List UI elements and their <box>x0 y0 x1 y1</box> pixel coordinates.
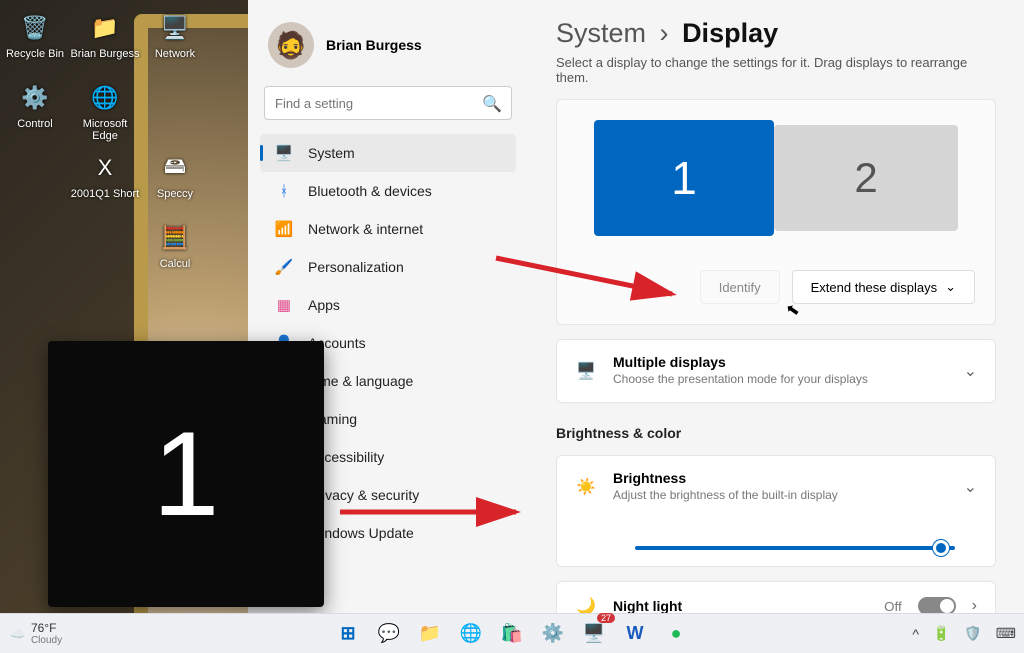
tray-icon[interactable]: ^ <box>912 626 919 642</box>
nav-icon: ▦ <box>274 295 294 315</box>
chevron-down-icon: ⌄ <box>964 361 977 381</box>
brightness-icon: ☀️ <box>575 477 597 497</box>
desktop-icon[interactable]: 🗑️Recycle Bin <box>0 6 70 76</box>
desktop-icon[interactable]: ⚙️Control <box>0 76 70 146</box>
display-arrangement-panel: 1 2 Identify Extend these displays ⌄ <box>556 99 996 325</box>
sidebar-item-bluetooth-devices[interactable]: ᚼBluetooth & devices <box>260 172 516 210</box>
tray-icon[interactable]: 🛡️ <box>964 625 981 642</box>
night-light-card[interactable]: 🌙 Night light Off › <box>556 581 996 613</box>
search-input[interactable] <box>264 86 512 120</box>
extend-displays-dropdown[interactable]: Extend these displays ⌄ <box>792 270 975 304</box>
displays-icon: 🖥️ <box>575 361 597 381</box>
identify-overlay: 1 <box>48 341 324 607</box>
desktop-icon[interactable]: 🖥️Network <box>140 6 210 76</box>
desktop-icons: 🗑️Recycle Bin📁Brian Burgess🖥️Network ⚙️Co… <box>0 6 248 286</box>
desktop-icon[interactable] <box>0 146 70 216</box>
search-icon: 🔍 <box>482 94 502 114</box>
desktop-icon[interactable]: 🧮Calcul <box>140 216 210 286</box>
breadcrumb: System › Display <box>556 18 996 49</box>
page-subtitle: Select a display to change the settings … <box>556 55 996 85</box>
breadcrumb-page: Display <box>682 18 778 48</box>
sidebar-item-network-internet[interactable]: 📶Network & internet <box>260 210 516 248</box>
nav-icon: ᚼ <box>274 181 294 201</box>
desktop-icon[interactable]: 📁Brian Burgess <box>70 6 140 76</box>
taskbar-store[interactable]: 🛍️ <box>493 615 531 653</box>
taskbar-explorer[interactable]: 📁 <box>411 615 449 653</box>
taskbar-settings[interactable]: ⚙️ <box>534 615 572 653</box>
desktop-icon[interactable]: X2001Q1 Short <box>70 146 140 216</box>
settings-content: System › Display Select a display to cha… <box>528 0 1024 613</box>
search-wrapper: 🔍 <box>264 86 512 120</box>
night-light-icon: 🌙 <box>575 596 597 613</box>
brightness-slider[interactable] <box>635 546 955 550</box>
desktop-icon[interactable] <box>140 76 210 146</box>
desktop-icon[interactable] <box>0 216 70 286</box>
chevron-right-icon: › <box>972 597 977 613</box>
brightness-card[interactable]: ☀️ Brightness Adjust the brightness of t… <box>556 455 996 567</box>
chevron-down-icon: ⌄ <box>945 279 956 295</box>
breadcrumb-root[interactable]: System <box>556 18 646 48</box>
user-name: Brian Burgess <box>326 37 422 53</box>
tray-icon[interactable]: 🔋 <box>933 625 950 642</box>
settings-window: 🧔 Brian Burgess 🔍 🖥️SystemᚼBluetooth & d… <box>248 0 1024 613</box>
tray-icon[interactable]: ⌨ <box>996 625 1016 642</box>
nav-icon: 🖌️ <box>274 257 294 277</box>
avatar: 🧔 <box>268 22 314 68</box>
taskbar-chat[interactable]: 💬 <box>370 615 408 653</box>
nav-icon: 📶 <box>274 219 294 239</box>
user-profile[interactable]: 🧔 Brian Burgess <box>260 18 516 82</box>
desktop-icon[interactable]: 🖴Speccy <box>140 146 210 216</box>
multiple-displays-card[interactable]: 🖥️ Multiple displays Choose the presenta… <box>556 339 996 403</box>
desktop-icon[interactable] <box>70 216 140 286</box>
taskbar-weather[interactable]: ☁️ 76°F Cloudy <box>0 621 72 646</box>
taskbar-word[interactable]: W <box>616 615 654 653</box>
taskbar-screens[interactable]: 🖥️27 <box>575 615 613 653</box>
taskbar-start[interactable]: ⊞ <box>329 615 367 653</box>
taskbar-spotify[interactable]: ● <box>657 615 695 653</box>
identify-button[interactable]: Identify <box>700 270 780 304</box>
brightness-section-header: Brightness & color <box>556 425 996 441</box>
taskbar: ☁️ 76°F Cloudy ⊞💬📁🌐🛍️⚙️🖥️27W● ^ 🔋 🛡️ ⌨ <box>0 613 1024 653</box>
chevron-down-icon: ⌄ <box>964 477 977 497</box>
night-light-toggle[interactable] <box>918 597 956 613</box>
sidebar-item-apps[interactable]: ▦Apps <box>260 286 516 324</box>
display-2[interactable]: 2 <box>774 125 958 231</box>
sidebar-item-system[interactable]: 🖥️System <box>260 134 516 172</box>
taskbar-edge[interactable]: 🌐 <box>452 615 490 653</box>
weather-icon: ☁️ <box>10 627 25 641</box>
desktop-icon[interactable]: 🌐Microsoft Edge <box>70 76 140 146</box>
nav-icon: 🖥️ <box>274 143 294 163</box>
display-1[interactable]: 1 <box>594 120 774 236</box>
sidebar-item-personalization[interactable]: 🖌️Personalization <box>260 248 516 286</box>
